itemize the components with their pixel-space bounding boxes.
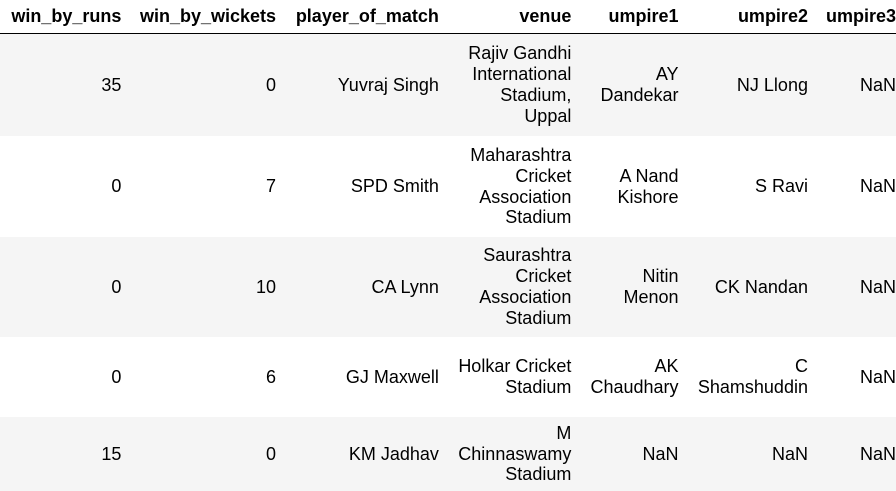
cell-umpire3: NaN xyxy=(808,337,896,417)
cell-umpire2: CK Nandan xyxy=(679,237,808,337)
header-row: win_by_runs win_by_wickets player_of_mat… xyxy=(0,0,896,34)
cell-win-by-wickets: 6 xyxy=(121,337,276,417)
cell-umpire3: NaN xyxy=(808,34,896,137)
umpire2-text: NJ Llong xyxy=(737,75,808,96)
column-header-venue: venue xyxy=(439,0,571,34)
umpire2-text: C Shamshuddin xyxy=(690,356,808,398)
cell-player-of-match: Yuvraj Singh xyxy=(276,34,439,137)
venue-text: M Chinnaswamy Stadium xyxy=(453,423,571,485)
column-header-win-by-runs: win_by_runs xyxy=(0,0,121,34)
table-body: 35 0 Yuvraj Singh Rajiv Gandhi Internati… xyxy=(0,34,896,491)
cell-umpire2: NJ Llong xyxy=(679,34,808,137)
cell-umpire1: AY Dandekar xyxy=(571,34,678,137)
venue-text: Holkar Cricket Stadium xyxy=(453,356,571,398)
cell-umpire1: AK Chaudhary xyxy=(571,337,678,417)
cell-venue: Saurashtra Cricket Association Stadium xyxy=(439,237,571,337)
column-header-umpire1: umpire1 xyxy=(571,0,678,34)
table-row: 0 6 GJ Maxwell Holkar Cricket Stadium AK… xyxy=(0,337,896,417)
column-header-umpire3: umpire3 xyxy=(808,0,896,34)
column-header-umpire2: umpire2 xyxy=(679,0,808,34)
cell-venue: M Chinnaswamy Stadium xyxy=(439,417,571,491)
venue-text: Saurashtra Cricket Association Stadium xyxy=(453,245,571,328)
cell-player-of-match: SPD Smith xyxy=(276,136,439,237)
cell-player-of-match: KM Jadhav xyxy=(276,417,439,491)
cell-player-of-match: GJ Maxwell xyxy=(276,337,439,417)
table-header: win_by_runs win_by_wickets player_of_mat… xyxy=(0,0,896,34)
cell-win-by-wickets: 0 xyxy=(121,417,276,491)
cell-umpire1: NaN xyxy=(571,417,678,491)
cell-umpire3: NaN xyxy=(808,237,896,337)
cell-umpire2: C Shamshuddin xyxy=(679,337,808,417)
umpire1-text: AK Chaudhary xyxy=(585,356,679,398)
dataframe-table: win_by_runs win_by_wickets player_of_mat… xyxy=(0,0,896,491)
column-header-player-of-match: player_of_match xyxy=(276,0,439,34)
cell-umpire1: A Nand Kishore xyxy=(571,136,678,237)
table-row: 15 0 KM Jadhav M Chinnaswamy Stadium NaN… xyxy=(0,417,896,491)
cell-umpire2: NaN xyxy=(679,417,808,491)
cell-win-by-runs: 0 xyxy=(0,237,121,337)
umpire1-text: NaN xyxy=(643,444,679,465)
cell-win-by-runs: 15 xyxy=(0,417,121,491)
venue-text: Maharashtra Cricket Association Stadium xyxy=(453,145,571,228)
table-row: 35 0 Yuvraj Singh Rajiv Gandhi Internati… xyxy=(0,34,896,137)
umpire1-text: Nitin Menon xyxy=(585,266,679,308)
umpire2-text: CK Nandan xyxy=(715,277,808,298)
column-header-win-by-wickets: win_by_wickets xyxy=(121,0,276,34)
cell-win-by-wickets: 7 xyxy=(121,136,276,237)
umpire2-text: S Ravi xyxy=(755,176,808,197)
table-row: 0 7 SPD Smith Maharashtra Cricket Associ… xyxy=(0,136,896,237)
cell-win-by-runs: 0 xyxy=(0,136,121,237)
venue-text: Rajiv Gandhi International Stadium, Uppa… xyxy=(453,43,571,126)
cell-venue: Holkar Cricket Stadium xyxy=(439,337,571,417)
cell-win-by-runs: 35 xyxy=(0,34,121,137)
cell-win-by-wickets: 0 xyxy=(121,34,276,137)
umpire1-text: AY Dandekar xyxy=(585,64,679,106)
cell-win-by-runs: 0 xyxy=(0,337,121,417)
cell-venue: Rajiv Gandhi International Stadium, Uppa… xyxy=(439,34,571,137)
cell-win-by-wickets: 10 xyxy=(121,237,276,337)
cell-umpire3: NaN xyxy=(808,417,896,491)
table-row: 0 10 CA Lynn Saurashtra Cricket Associat… xyxy=(0,237,896,337)
umpire2-text: NaN xyxy=(772,444,808,465)
cell-umpire2: S Ravi xyxy=(679,136,808,237)
cell-player-of-match: CA Lynn xyxy=(276,237,439,337)
cell-umpire1: Nitin Menon xyxy=(571,237,678,337)
cell-venue: Maharashtra Cricket Association Stadium xyxy=(439,136,571,237)
umpire1-text: A Nand Kishore xyxy=(585,166,679,208)
cell-umpire3: NaN xyxy=(808,136,896,237)
